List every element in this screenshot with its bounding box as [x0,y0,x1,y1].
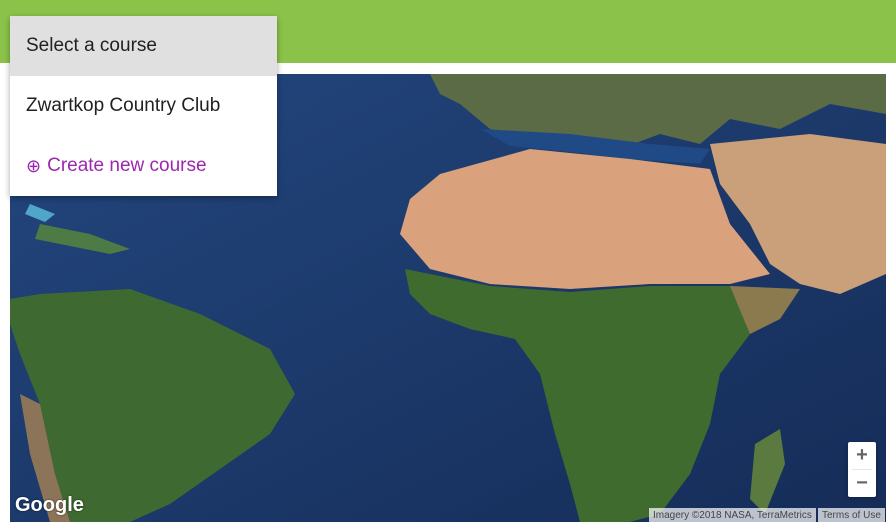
zoom-control: + − [848,442,876,497]
course-dropdown[interactable]: Select a course Zwartkop Country Club ⊕ … [10,16,277,196]
create-course-label: Create new course [47,155,207,176]
zoom-in-button[interactable]: + [848,442,876,469]
course-option-zwartkop[interactable]: Zwartkop Country Club [10,76,277,136]
terms-of-use-link[interactable]: Terms of Use [818,508,885,522]
imagery-credit: Imagery ©2018 NASA, TerraMetrics [649,508,816,522]
zoom-out-button[interactable]: − [848,470,876,497]
google-logo: Google [15,494,84,516]
select-course-label: Select a course [26,35,157,56]
create-new-course-option[interactable]: ⊕ Create new course [10,136,277,196]
add-circle-icon: ⊕ [26,155,42,176]
course-option-label: Zwartkop Country Club [26,95,221,116]
select-course-option[interactable]: Select a course [10,16,277,76]
